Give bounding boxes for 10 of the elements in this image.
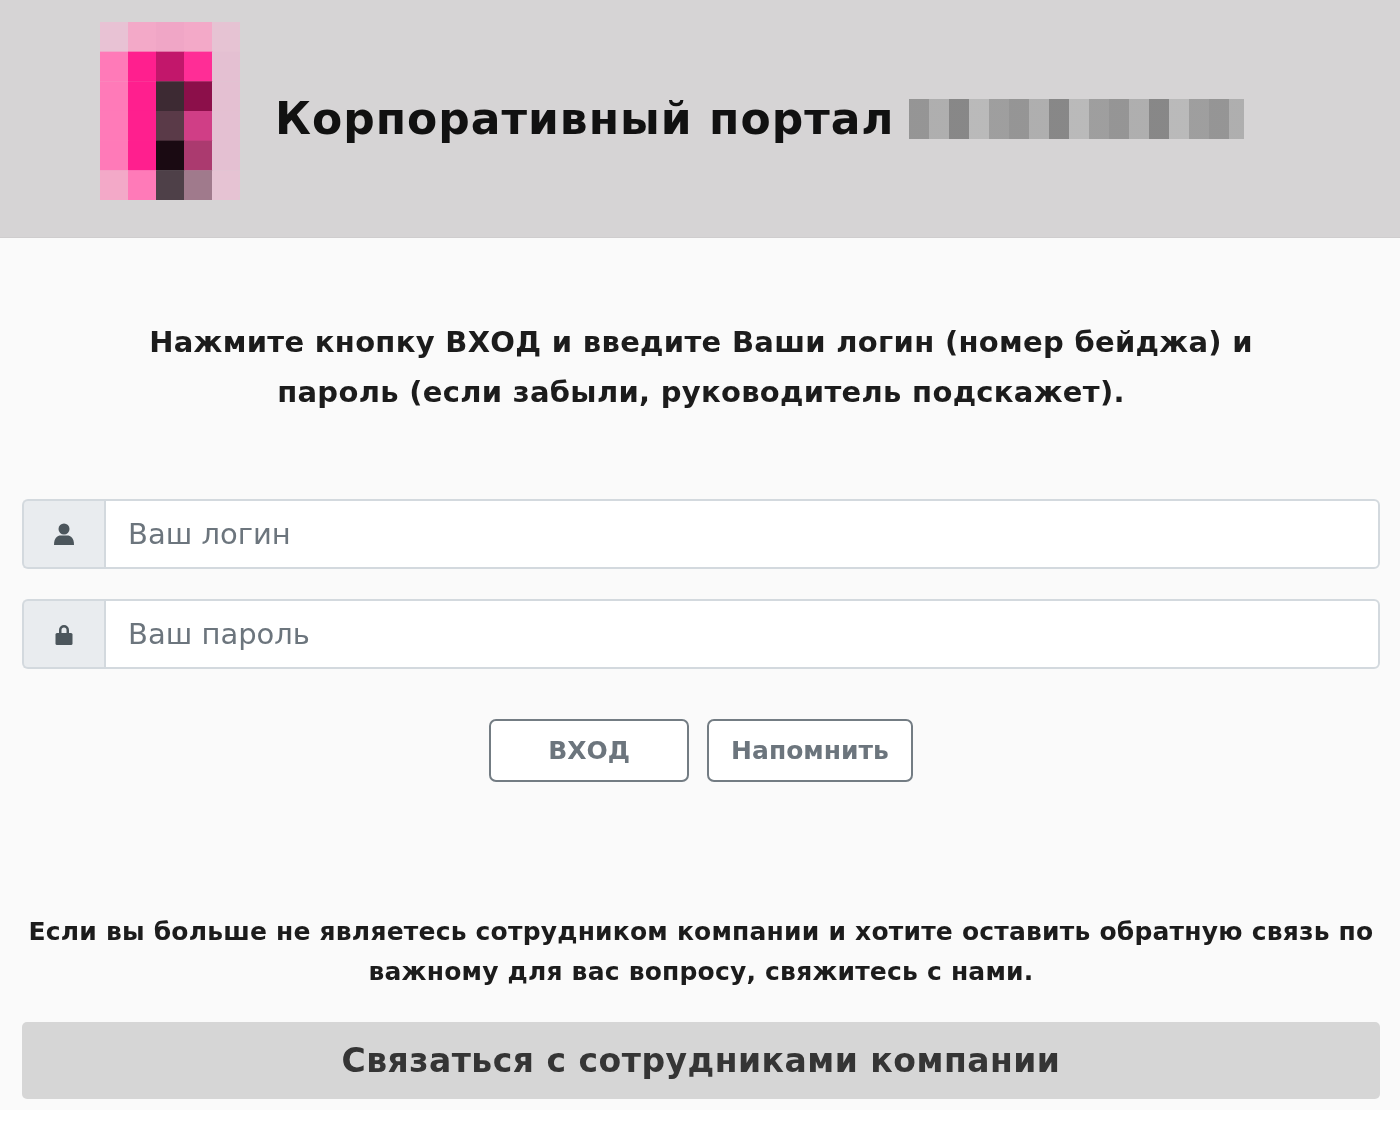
lock-icon [53, 623, 75, 645]
remind-button[interactable]: Напомнить [707, 719, 913, 782]
portal-title: Корпоративный портал [275, 93, 895, 144]
user-icon [53, 523, 75, 545]
login-field[interactable]: Ваш логин [104, 499, 1380, 569]
login-instruction: Нажмите кнопку ВХОД и введите Ваши логин (номер бейджа) и пароль (если забыли, руководитель подскажет). [148, 324, 1254, 411]
contact-note: Если вы больше не являетесь сотрудником компании и хотите оставить обратную связь по важному для вас вопросу, свяжитесь с нами. [27, 916, 1375, 988]
contact-button[interactable]: Связаться с сотрудниками компании [22, 1022, 1380, 1099]
login-button[interactable]: ВХОД [489, 719, 690, 782]
password-field[interactable]: Ваш пароль [104, 599, 1380, 669]
